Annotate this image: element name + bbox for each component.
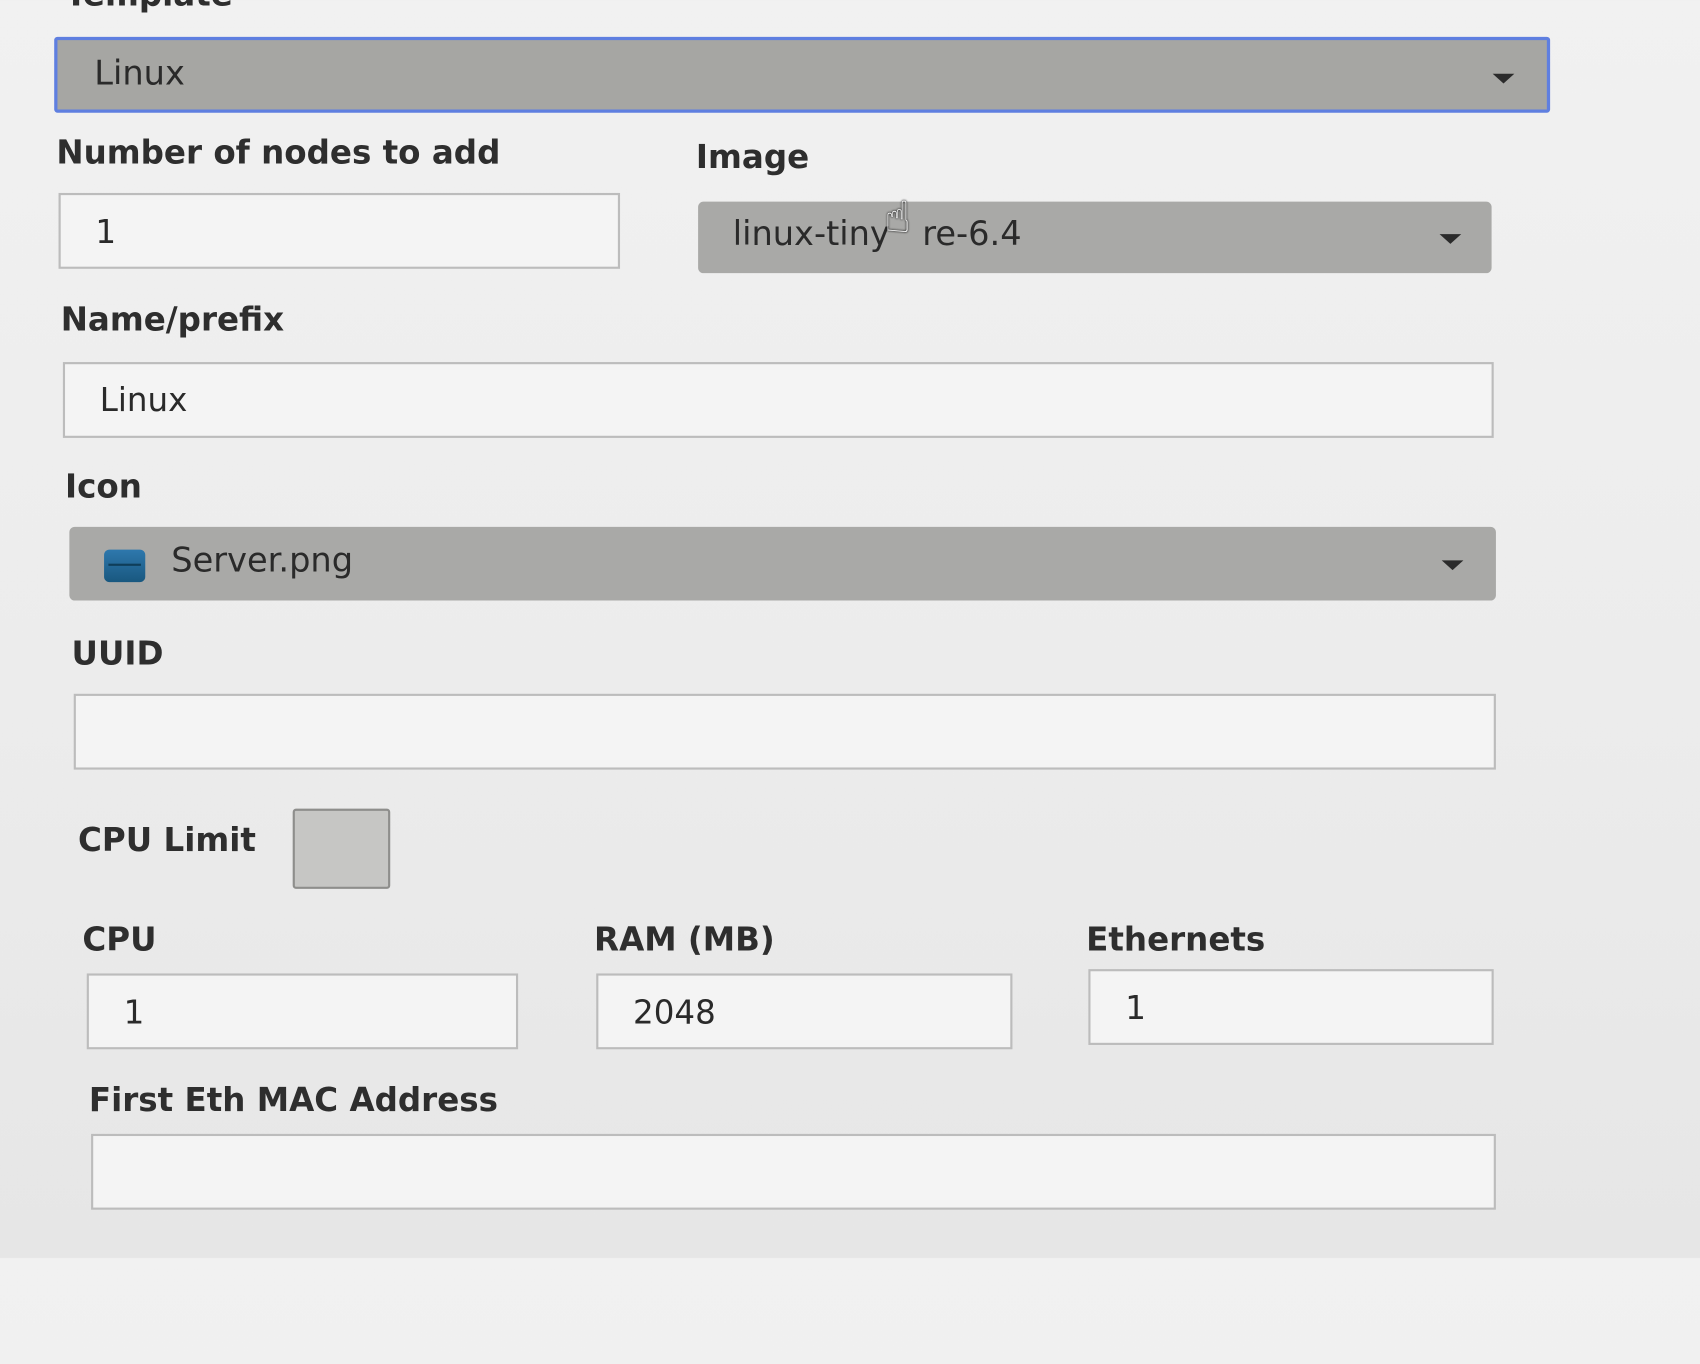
cpu-input[interactable]: 1 (86, 973, 519, 1050)
image-value-end: re-6.4 (922, 214, 1022, 254)
ram-input[interactable]: 2048 (596, 973, 1013, 1050)
image-value-start: linux-tiny (732, 214, 890, 254)
ethernets-input[interactable]: 1 (1088, 969, 1494, 1045)
first-mac-input[interactable] (91, 1133, 1496, 1210)
chevron-down-icon (1492, 73, 1515, 84)
cpu-limit-label: CPU Limit (78, 821, 256, 860)
hand-pointer-icon: ☝ (884, 192, 911, 243)
chevron-down-icon (1439, 234, 1462, 244)
name-prefix-label: Name/prefix (60, 301, 285, 340)
ethernets-input-value: 1 (1125, 989, 1146, 1028)
ram-input-value: 2048 (633, 994, 716, 1032)
cpu-input-value: 1 (123, 994, 145, 1032)
cpu-label: CPU (82, 921, 157, 960)
uuid-label: UUID (71, 635, 164, 674)
template-select[interactable]: Linux (54, 36, 1551, 113)
add-node-form: Template Linux Number of nodes to add 1 … (0, 0, 1700, 1364)
chevron-down-icon (1441, 560, 1464, 571)
icon-select[interactable]: Server.png (69, 526, 1496, 601)
template-select-value: Linux (94, 54, 185, 94)
name-prefix-input-value: Linux (99, 381, 188, 420)
template-label: Template (65, 0, 233, 14)
nodes-input[interactable]: 1 (58, 192, 621, 269)
uuid-input[interactable] (73, 693, 1496, 770)
ram-label: RAM (MB) (594, 921, 775, 960)
image-select[interactable]: linux-tiny re-6.4 (698, 201, 1492, 274)
nodes-label: Number of nodes to add (56, 134, 501, 173)
name-prefix-input[interactable]: Linux (62, 362, 1494, 438)
nodes-input-value: 1 (95, 213, 117, 252)
image-label: Image (695, 138, 810, 177)
ethernets-label: Ethernets (1086, 921, 1266, 960)
icon-select-value: Server.png (171, 540, 354, 580)
server-icon (104, 549, 146, 583)
first-mac-label: First Eth MAC Address (88, 1081, 498, 1120)
image-select-value: linux-tiny re-6.4 (733, 215, 1022, 254)
icon-label: Icon (65, 468, 142, 507)
cpu-limit-checkbox[interactable] (292, 808, 391, 889)
